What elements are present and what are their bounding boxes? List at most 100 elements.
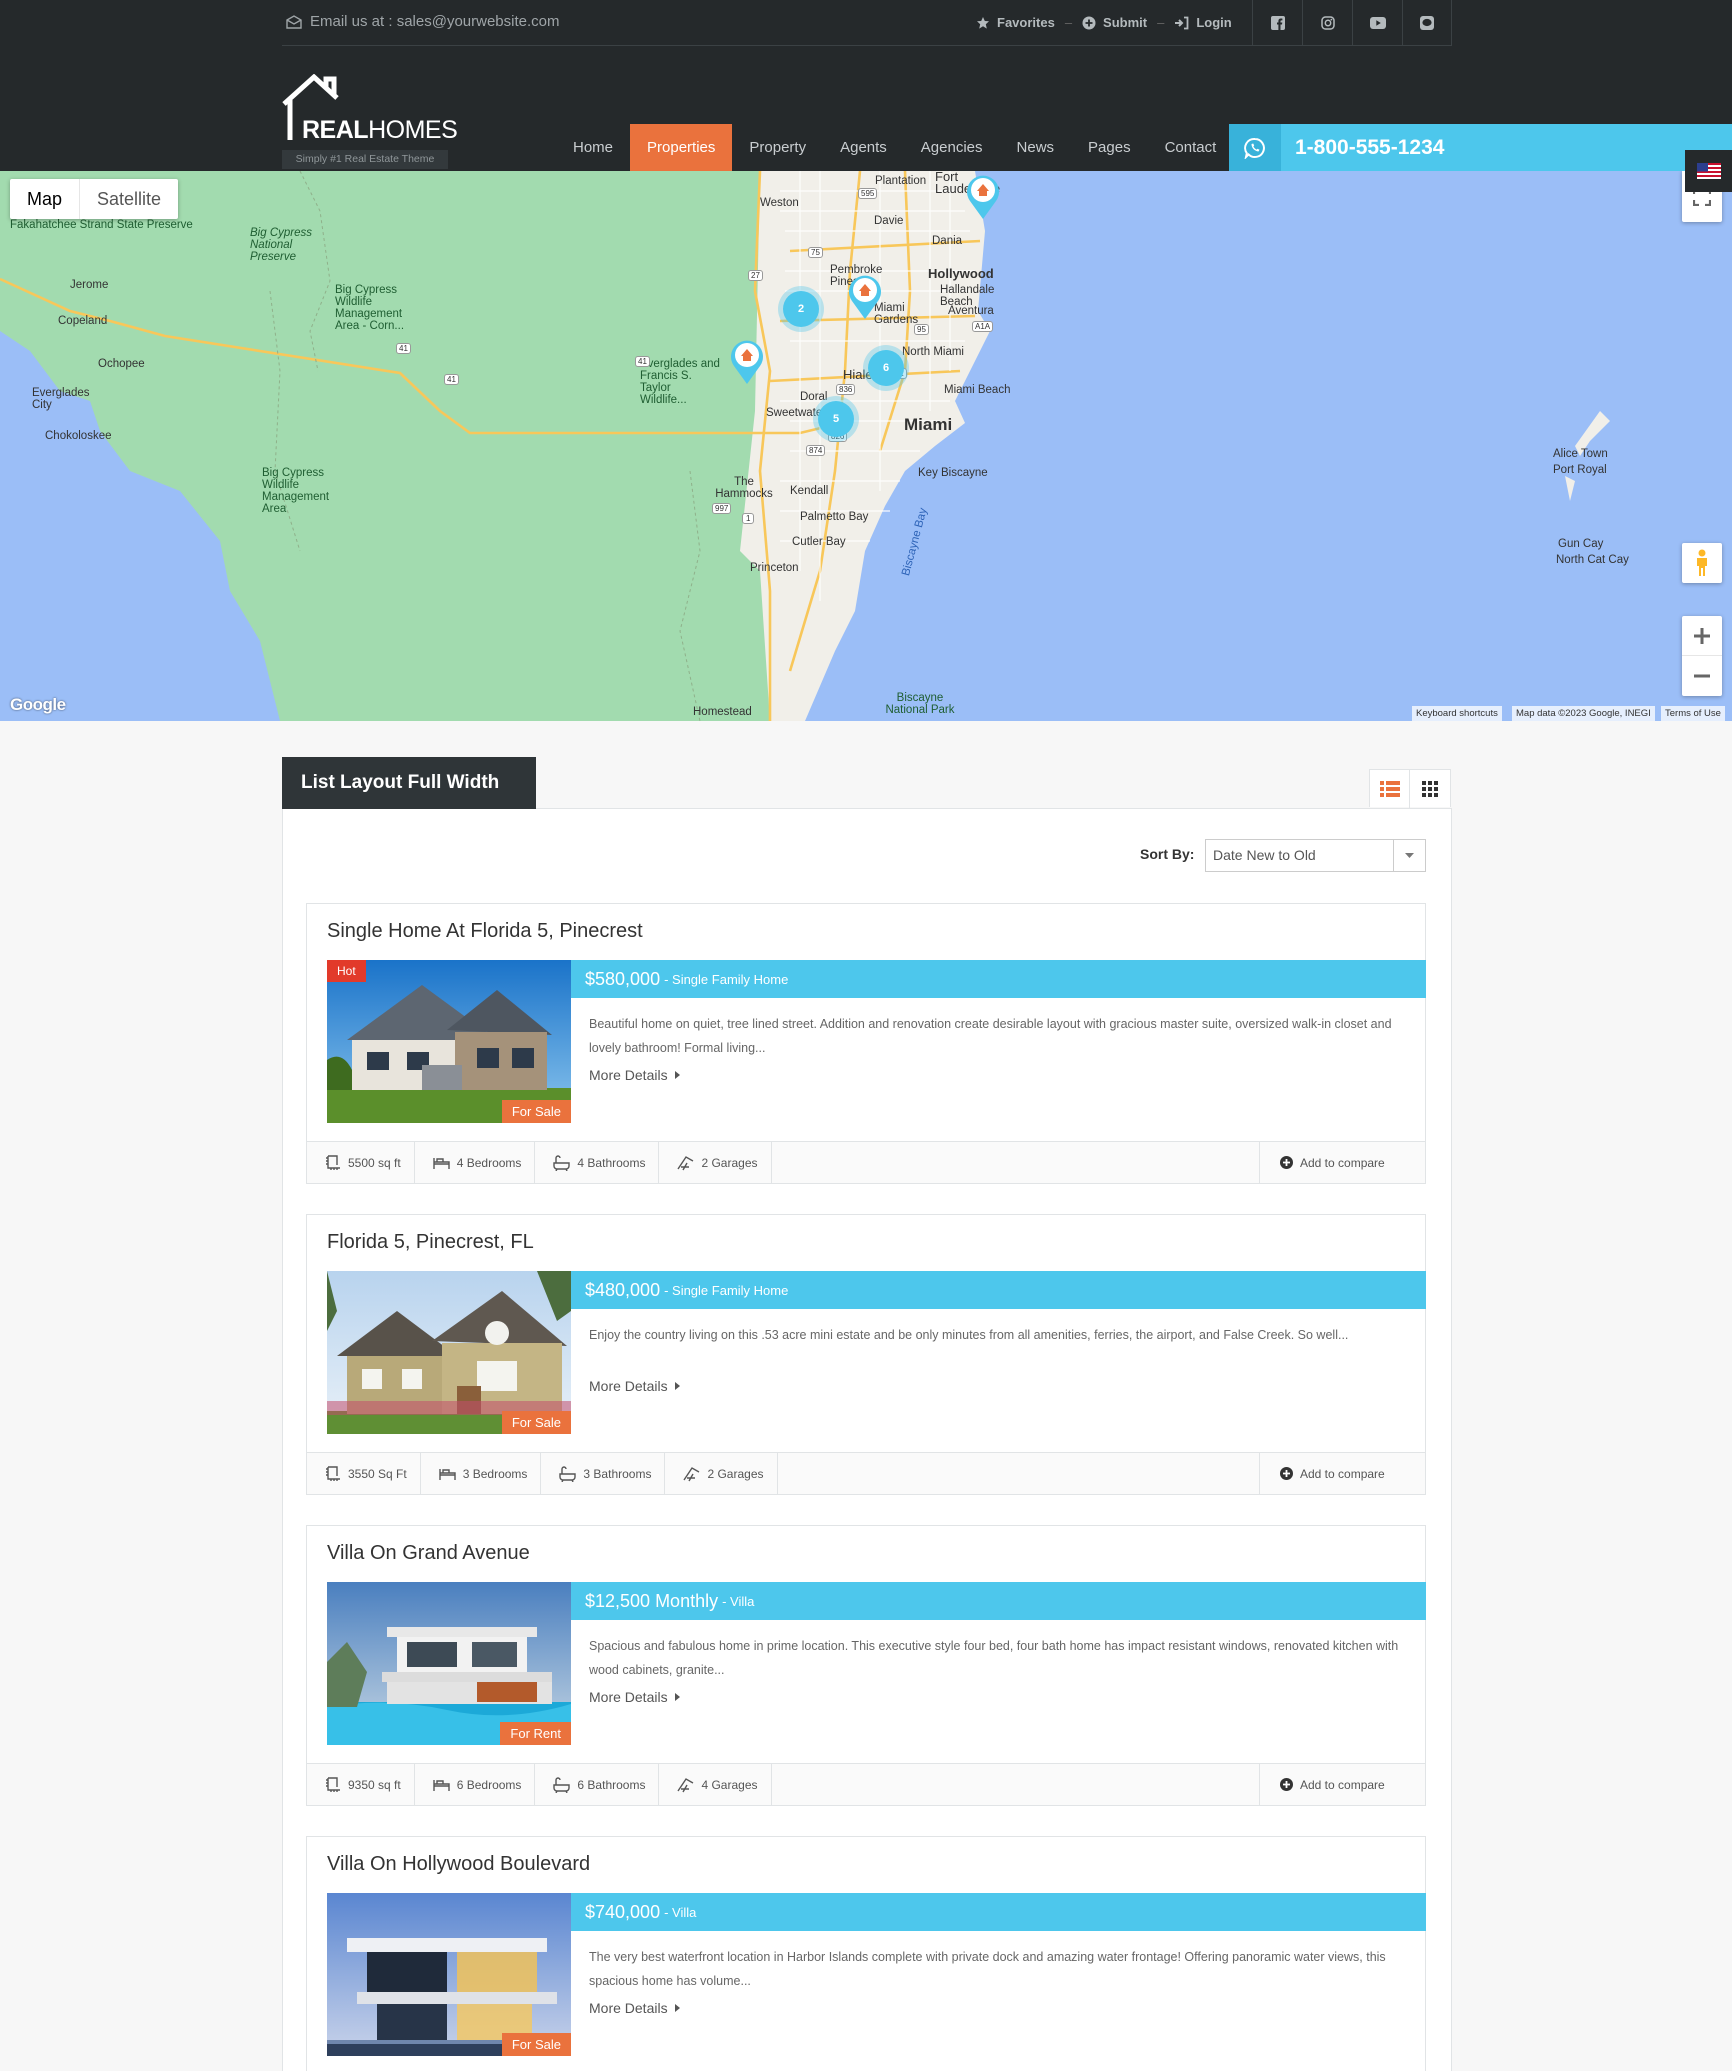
- property-title[interactable]: Single Home At Florida 5, Pinecrest: [327, 920, 643, 943]
- property-title[interactable]: Villa On Hollywood Boulevard: [327, 1853, 590, 1876]
- property-description: Enjoy the country living on this .53 acr…: [589, 1328, 1349, 1342]
- status-badge[interactable]: For Sale: [501, 1100, 571, 1123]
- caret-down-icon: [1405, 853, 1414, 858]
- property-pin-marker[interactable]: [726, 336, 768, 386]
- nav-item-property[interactable]: Property: [732, 124, 823, 171]
- property-title[interactable]: Villa On Grand Avenue: [327, 1542, 530, 1565]
- login-link[interactable]: Login: [1174, 15, 1232, 30]
- status-badge[interactable]: For Rent: [500, 1722, 571, 1745]
- zoom-out-button[interactable]: [1682, 656, 1722, 696]
- more-details-label: More Details: [589, 1378, 668, 1394]
- facebook-icon: [1270, 16, 1285, 30]
- phone-banner[interactable]: 1-800-555-1234: [1229, 124, 1732, 171]
- map-label: Port Royal: [1553, 464, 1607, 476]
- map-label: Ochopee: [98, 358, 145, 370]
- sort-caret[interactable]: [1393, 840, 1425, 871]
- more-details-link[interactable]: More Details: [589, 1067, 680, 1083]
- add-to-compare-label: Add to compare: [1300, 1155, 1385, 1170]
- bathtub-icon: [559, 1465, 577, 1482]
- road-shield: 595: [858, 188, 878, 199]
- keyboard-shortcuts-link[interactable]: Keyboard shortcuts: [1412, 706, 1502, 721]
- zoom-in-button[interactable]: [1682, 616, 1722, 656]
- map-label: Miami: [904, 415, 953, 434]
- meta-garages: 4 Garages: [659, 1764, 772, 1805]
- phone-number[interactable]: 1-800-555-1234: [1295, 136, 1444, 160]
- property-photo[interactable]: For Sale: [327, 1271, 571, 1434]
- property-type[interactable]: - Single Family Home: [664, 1283, 788, 1298]
- more-details-link[interactable]: More Details: [589, 1689, 680, 1705]
- map-label: Kendall: [790, 485, 829, 497]
- grid-view-button[interactable]: [1410, 770, 1450, 808]
- meta-bathrooms: 3 Bathrooms: [541, 1453, 666, 1494]
- list-view-button[interactable]: [1370, 770, 1411, 808]
- map-label: Biscayne National Park: [885, 692, 955, 716]
- map-label: Everglades City: [32, 387, 90, 411]
- logo-wordmark: REALHOMES: [302, 116, 458, 144]
- whatsapp-button[interactable]: [1229, 124, 1281, 171]
- map-label: Hollywood: [928, 266, 994, 281]
- garage-icon: [677, 1777, 694, 1792]
- property-card: Villa On Grand Avenue For Rent $12,500 M…: [306, 1525, 1426, 1806]
- more-details-link[interactable]: More Details: [589, 1378, 680, 1394]
- separator: –: [1157, 15, 1165, 30]
- map-label: Key Biscayne: [918, 467, 988, 479]
- map-type-map-button[interactable]: Map: [10, 179, 81, 219]
- property-photo[interactable]: Hot For Sale: [327, 960, 571, 1123]
- map-label: Davie: [874, 215, 904, 227]
- marker-cluster[interactable]: 5: [818, 401, 854, 437]
- nav-item-agencies[interactable]: Agencies: [904, 124, 1000, 171]
- property-description: Spacious and fabulous home in prime loca…: [589, 1639, 1399, 1677]
- google-logo: Google: [10, 695, 66, 714]
- property-photo[interactable]: For Sale: [327, 1893, 571, 2056]
- sort-select[interactable]: Date New to Old: [1205, 839, 1426, 872]
- add-to-compare-button[interactable]: Add to compare: [1259, 1764, 1425, 1805]
- status-badge[interactable]: For Sale: [501, 2033, 571, 2056]
- plus-circle-icon: [1082, 16, 1096, 29]
- main-nav: Home Properties Property Agents Agencies…: [556, 124, 1233, 171]
- road-shield: 874: [806, 445, 826, 456]
- status-badge[interactable]: For Sale: [501, 1411, 571, 1434]
- favorites-link[interactable]: Favorites: [976, 15, 1055, 30]
- caret-right-icon: [674, 1693, 680, 1701]
- meta-bedrooms: 6 Bedrooms: [415, 1764, 536, 1805]
- line-link[interactable]: [1402, 0, 1452, 46]
- nav-item-agents[interactable]: Agents: [823, 124, 904, 171]
- add-to-compare-label: Add to compare: [1300, 1777, 1385, 1792]
- submit-link[interactable]: Submit: [1082, 15, 1147, 30]
- add-to-compare-button[interactable]: Add to compare: [1259, 1453, 1425, 1494]
- street-view-pegman[interactable]: [1682, 543, 1722, 583]
- property-type[interactable]: - Villa: [722, 1594, 754, 1609]
- map-label: Doral: [800, 391, 828, 403]
- youtube-link[interactable]: [1352, 0, 1402, 46]
- top-email[interactable]: Email us at : sales@yourwebsite.com: [286, 13, 560, 30]
- nav-item-pages[interactable]: Pages: [1071, 124, 1148, 171]
- nav-item-home[interactable]: Home: [556, 124, 630, 171]
- instagram-link[interactable]: [1302, 0, 1352, 46]
- caret-right-icon: [674, 1071, 680, 1079]
- property-title[interactable]: Florida 5, Pinecrest, FL: [327, 1231, 534, 1254]
- add-to-compare-button[interactable]: Add to compare: [1259, 1142, 1425, 1183]
- property-type[interactable]: - Single Family Home: [664, 972, 788, 987]
- area-icon: [326, 1776, 340, 1792]
- nav-item-news[interactable]: News: [1000, 124, 1072, 171]
- meta-bedrooms: 4 Bedrooms: [415, 1142, 536, 1183]
- properties-map[interactable]: Fakahatchee Strand State Preserve Jerome…: [0, 171, 1732, 721]
- marker-cluster[interactable]: 2: [783, 291, 819, 327]
- property-type[interactable]: - Villa: [664, 1905, 696, 1920]
- more-details-link[interactable]: More Details: [589, 2000, 680, 2016]
- facebook-link[interactable]: [1252, 0, 1302, 46]
- property-pin-marker[interactable]: [962, 171, 1004, 221]
- property-description: Beautiful home on quiet, tree lined stre…: [589, 1017, 1392, 1055]
- marker-cluster[interactable]: 6: [868, 350, 904, 386]
- nav-item-properties[interactable]: Properties: [630, 124, 733, 171]
- language-switcher[interactable]: [1685, 150, 1732, 192]
- map-type-satellite-button[interactable]: Satellite: [80, 179, 178, 219]
- property-photo[interactable]: For Rent: [327, 1582, 571, 1745]
- site-logo[interactable]: REALHOMES Simply #1 Real Estate Theme: [282, 74, 458, 170]
- meta-garages-value: 4 Garages: [701, 1777, 758, 1792]
- property-pin-marker[interactable]: [844, 271, 886, 321]
- nav-item-contact[interactable]: Contact: [1148, 124, 1234, 171]
- terms-of-use-link[interactable]: Terms of Use: [1661, 706, 1725, 721]
- map-label: Cutler Bay: [792, 536, 846, 548]
- hot-badge: Hot: [327, 960, 366, 982]
